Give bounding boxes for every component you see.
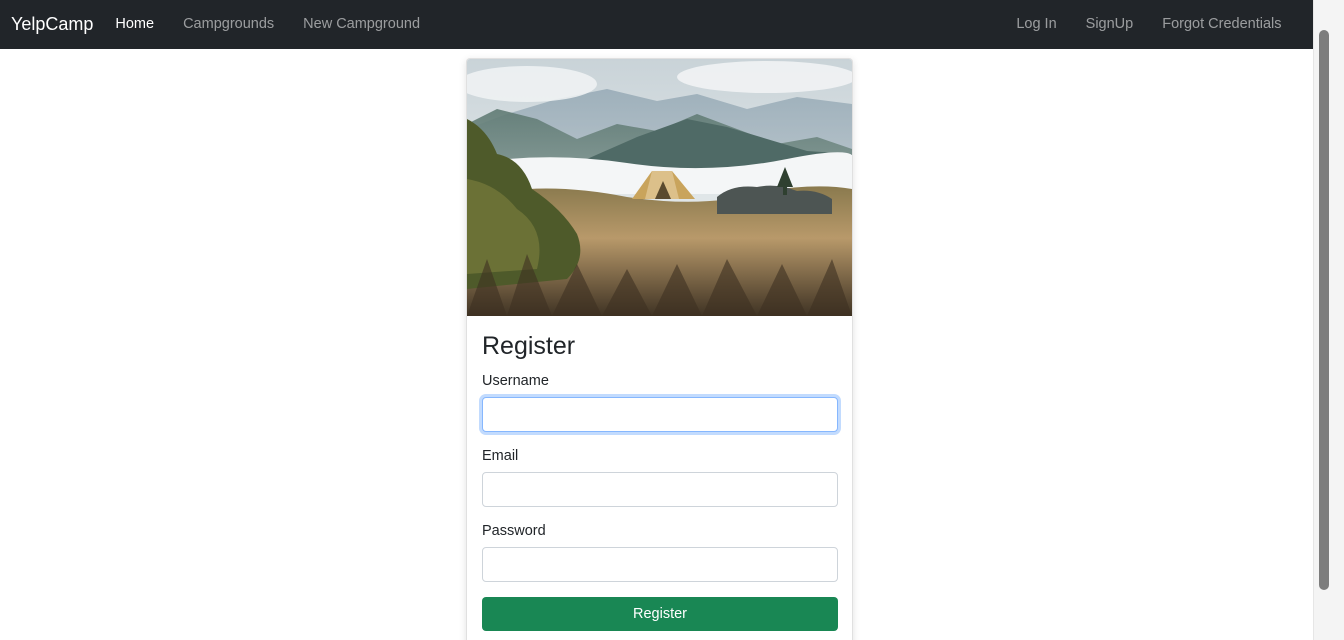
vertical-scrollbar[interactable] (1313, 0, 1344, 640)
nav-left-group: Home Campgrounds New Campground (115, 0, 434, 49)
nav-right-group: Log In SignUp Forgot Credentials (1016, 0, 1296, 49)
password-label: Password (482, 523, 546, 539)
nav-link-campgrounds[interactable]: Campgrounds (169, 0, 289, 49)
nav-link-home[interactable]: Home (115, 0, 168, 49)
register-button[interactable]: Register (482, 597, 838, 631)
username-label: Username (482, 373, 549, 389)
email-input[interactable] (482, 472, 838, 507)
email-label: Email (482, 448, 519, 464)
card-body: Register Username Email Password Registe… (467, 316, 852, 631)
username-group: Username (482, 373, 838, 432)
password-group: Password (482, 523, 838, 582)
page: YelpCamp Home Campgrounds New Campground… (0, 0, 1313, 640)
nav-link-signup[interactable]: SignUp (1071, 0, 1148, 49)
brand-logo[interactable]: YelpCamp (11, 14, 93, 35)
nav-link-login[interactable]: Log In (1016, 0, 1071, 49)
top-navbar: YelpCamp Home Campgrounds New Campground… (0, 0, 1313, 49)
tent-in-mountains-photo (467, 59, 852, 316)
register-card: Register Username Email Password Registe… (466, 58, 853, 640)
register-form: Username Email Password Register (482, 373, 838, 631)
page-title: Register (482, 332, 576, 360)
nav-link-forgot-credentials[interactable]: Forgot Credentials (1148, 0, 1296, 49)
email-group: Email (482, 448, 838, 507)
username-input[interactable] (482, 397, 838, 432)
scrollbar-thumb[interactable] (1319, 30, 1329, 590)
password-input[interactable] (482, 547, 838, 582)
nav-link-new-campground[interactable]: New Campground (289, 0, 435, 49)
card-image (467, 59, 852, 316)
